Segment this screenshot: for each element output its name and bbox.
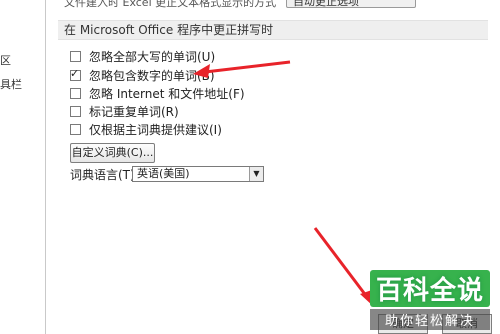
arrow-shaft [204,60,291,74]
arrow-head [193,64,210,78]
arrow-shaft [313,227,369,298]
arrow-to-checked-option [193,60,291,78]
watermark-subtitle: 助你轻松解决 [370,309,490,330]
watermark-logo: 百科全说 助你轻松解决 [370,270,490,330]
watermark-title: 百科全说 [370,270,490,307]
arrow-to-ok-button [313,227,373,306]
